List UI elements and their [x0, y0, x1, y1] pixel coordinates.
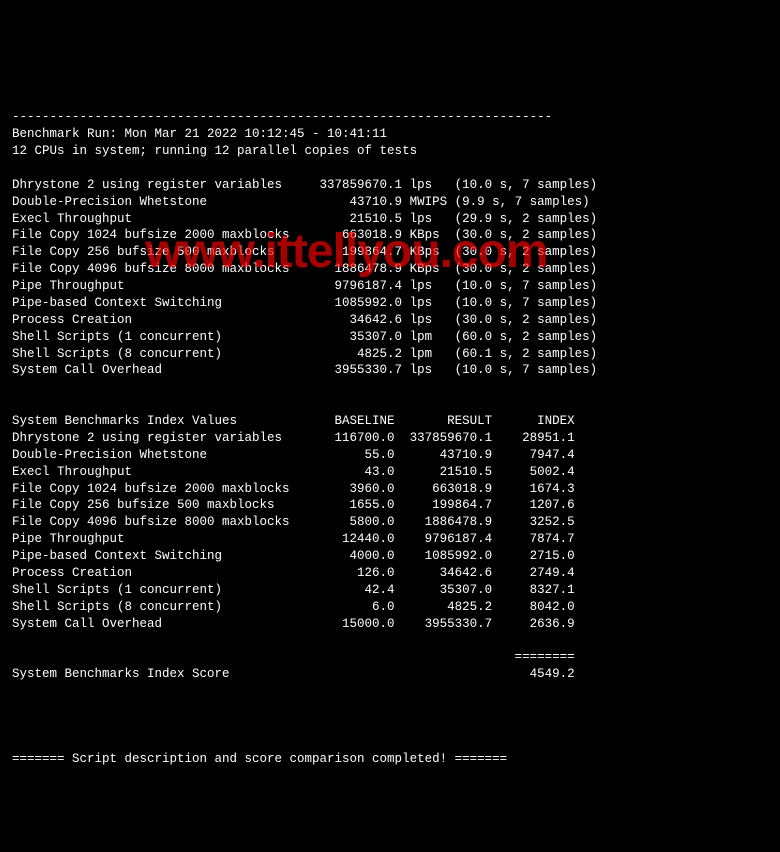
index-block: System Benchmarks Index Values BASELINE …	[12, 413, 768, 632]
cpu-info-line: 12 CPUs in system; running 12 parallel c…	[12, 144, 417, 158]
separator-top: ----------------------------------------…	[12, 110, 552, 124]
benchmark-run-line: Benchmark Run: Mon Mar 21 2022 10:12:45 …	[12, 127, 387, 141]
footer-line: ======= Script description and score com…	[12, 752, 507, 766]
results-block: Dhrystone 2 using register variables 337…	[12, 177, 768, 380]
terminal-output: ----------------------------------------…	[12, 109, 768, 767]
score-separator: ========	[12, 650, 575, 664]
score-line: System Benchmarks Index Score 4549.2	[12, 666, 768, 683]
